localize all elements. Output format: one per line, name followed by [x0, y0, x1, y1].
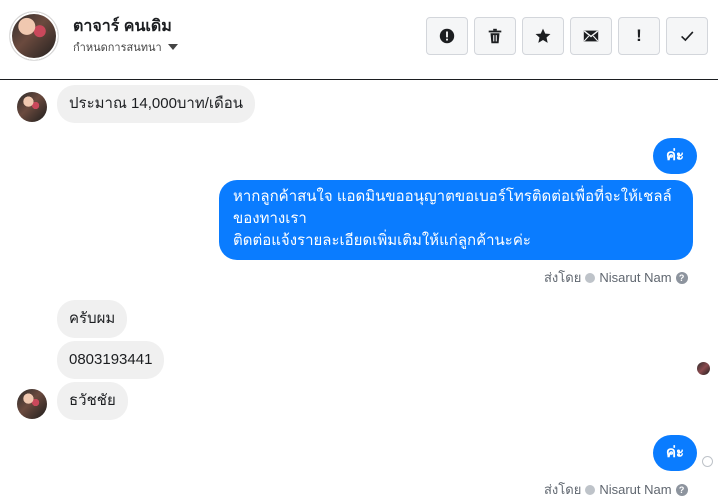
sent-by-label: ส่งโดย: [544, 270, 582, 285]
contact-name[interactable]: ตาจาร์ คนเดิม: [73, 14, 172, 39]
help-icon[interactable]: ?: [675, 483, 688, 496]
mark-spam-button[interactable]: [426, 17, 468, 55]
sent-by-info: ส่งโดย Nisarut Nam ?: [544, 479, 688, 500]
outgoing-message: ค่ะ: [653, 138, 698, 174]
contact-avatar-small: [17, 92, 47, 122]
seen-avatar: [697, 362, 710, 375]
sent-status-icon: [702, 456, 713, 467]
mark-done-button[interactable]: [666, 17, 708, 55]
verified-icon: [585, 272, 596, 283]
header-actions: !: [426, 17, 708, 55]
star-button[interactable]: [522, 17, 564, 55]
message-line: ติดต่อแจ้งรายละเอียดเพิ่มเติมให้แก่ลูกค้…: [233, 232, 531, 249]
schedule-dropdown-label: กำหนดการสนทนา: [73, 42, 162, 54]
help-icon[interactable]: ?: [675, 271, 688, 284]
outgoing-message: หากลูกค้าสนใจ แอดมินขออนุญาตขอเบอร์โทรติ…: [219, 180, 693, 260]
incoming-message: ครับผม: [57, 300, 128, 338]
sent-by-label: ส่งโดย: [544, 482, 582, 497]
verified-icon: [585, 484, 596, 495]
trash-icon: [488, 28, 502, 44]
caret-down-icon: [167, 44, 178, 50]
schedule-dropdown[interactable]: กำหนดการสนทนา: [73, 38, 178, 56]
envelope-icon: [583, 30, 599, 42]
check-icon: [681, 31, 694, 42]
star-icon: [535, 28, 551, 43]
incoming-message: ธวัชชัย: [57, 382, 128, 420]
outgoing-message: ค่ะ: [653, 435, 698, 471]
important-button[interactable]: !: [618, 17, 660, 55]
sent-by-info: ส่งโดย Nisarut Nam ?: [544, 267, 688, 288]
message-line: ของทางเรา: [233, 210, 307, 227]
exclamation-icon: !: [636, 26, 642, 45]
conversation-header: ตาจาร์ คนเดิม กำหนดการสนทนา !: [0, 0, 718, 80]
incoming-message: 0803193441: [57, 341, 165, 379]
contact-avatar-small: [17, 389, 47, 419]
message-line: หากลูกค้าสนใจ แอดมินขออนุญาตขอเบอร์โทรติ…: [233, 188, 672, 205]
delete-button[interactable]: [474, 17, 516, 55]
incoming-message: ประมาณ 14,000บาท/เดือน: [57, 85, 256, 123]
sent-by-agent[interactable]: Nisarut Nam: [599, 270, 671, 285]
alert-circle-icon: [439, 28, 455, 44]
mark-unread-button[interactable]: [570, 17, 612, 55]
contact-avatar[interactable]: [10, 12, 58, 60]
